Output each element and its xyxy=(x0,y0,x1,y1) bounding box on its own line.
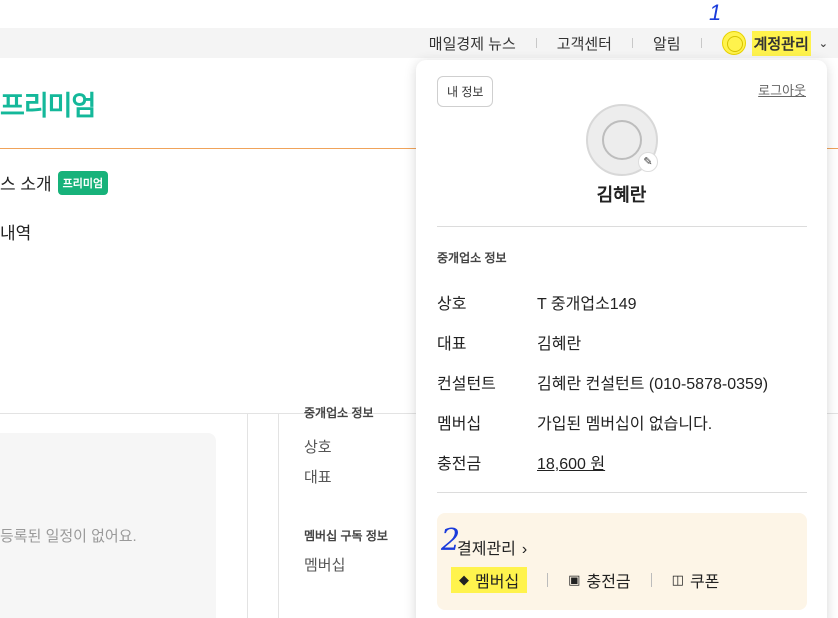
charge-button[interactable]: ▣ 충전금 xyxy=(568,568,630,592)
diamond-icon: ◆ xyxy=(459,572,469,587)
nav-divider xyxy=(631,38,633,48)
info-row-balance: 충전금 18,600 원 xyxy=(437,450,605,474)
info-value: 김혜란 컨설턴트 (010-5878-0359) xyxy=(537,376,769,393)
info-row-name: 상호 T 중개업소149 xyxy=(437,290,637,314)
info-label: 컨설턴트 xyxy=(437,376,496,393)
user-name: 김혜란 xyxy=(596,185,647,205)
bg-membership-section-title: 멤버십 구독 정보 xyxy=(304,529,388,543)
bg-rep-label: 대표 xyxy=(304,469,332,486)
coupon-label: 쿠폰 xyxy=(689,574,720,591)
nav-divider xyxy=(700,38,702,48)
info-label: 대표 xyxy=(437,336,467,353)
coupon-icon: ◫ xyxy=(671,572,684,587)
bg-agency-section-title: 중개업소 정보 xyxy=(304,406,374,420)
intro-label: 스 소개 xyxy=(0,175,52,194)
user-face-icon xyxy=(721,31,746,55)
card-icon: ▣ xyxy=(568,572,581,587)
bg-membership-label: 멤버십 xyxy=(304,557,346,574)
annotation-mark-1: 1 xyxy=(709,0,722,25)
edit-icon[interactable]: ✎ xyxy=(638,152,658,172)
membership-label: 멤버십 xyxy=(475,574,520,591)
info-value: 김혜란 xyxy=(537,336,582,353)
history-menu-item[interactable]: 내역 xyxy=(0,219,31,244)
nav-news-link[interactable]: 매일경제 뉴스 xyxy=(429,33,516,54)
top-nav: 매일경제 뉴스 고객센터 알림 계정관리 ⌄ xyxy=(429,28,838,58)
my-info-button[interactable]: 내 정보 xyxy=(437,76,494,107)
brand-logo[interactable]: 프리미엄 xyxy=(0,84,96,123)
item-divider xyxy=(547,573,549,587)
payment-management-link[interactable]: 결제관리 › xyxy=(457,535,527,559)
info-value: T 중개업소149 xyxy=(537,296,637,313)
chevron-down-icon: ⌄ xyxy=(818,37,828,50)
agency-info-title: 중개업소 정보 xyxy=(437,251,507,265)
coupon-button[interactable]: ◫ 쿠폰 xyxy=(672,568,720,592)
info-value: 가입된 멤버십이 없습니다. xyxy=(537,416,713,433)
column-divider xyxy=(278,414,279,618)
balance-link[interactable]: 18,600 원 xyxy=(537,450,605,474)
avatar[interactable]: ✎ xyxy=(586,104,658,176)
divider xyxy=(437,492,807,493)
account-menu-label: 계정관리 xyxy=(751,30,811,56)
intro-menu-item[interactable]: 스 소개 프리미엄 xyxy=(0,170,109,195)
account-menu-button[interactable]: 계정관리 ⌄ xyxy=(721,30,828,56)
column-divider xyxy=(247,414,248,618)
membership-button[interactable]: ◆ 멤버십 xyxy=(451,567,528,593)
payment-management-label: 결제관리 xyxy=(457,541,516,558)
info-row-membership: 멤버십 가입된 멤버십이 없습니다. xyxy=(437,410,712,434)
logout-link[interactable]: 로그아웃 xyxy=(758,80,806,99)
item-divider xyxy=(650,573,652,587)
info-label: 상호 xyxy=(437,296,467,313)
info-label: 멤버십 xyxy=(437,416,482,433)
bg-name-label: 상호 xyxy=(304,439,332,456)
nav-divider xyxy=(535,38,537,48)
info-row-consultant: 컨설턴트 김혜란 컨설턴트 (010-5878-0359) xyxy=(437,370,768,394)
divider xyxy=(437,226,807,227)
payment-management-box: 2 결제관리 › ◆ 멤버십 ▣ 충전금 ◫ 쿠폰 xyxy=(437,513,807,610)
schedule-panel: 등록된 일정이 없어요. xyxy=(0,433,216,618)
premium-badge: 프리미엄 xyxy=(57,170,109,195)
charge-label: 충전금 xyxy=(586,574,631,591)
account-dropdown: 내 정보 로그아웃 ✎ 김혜란 중개업소 정보 상호 T 중개업소149 대표 … xyxy=(416,60,827,618)
nav-alerts-link[interactable]: 알림 xyxy=(653,33,681,54)
chevron-right-icon: › xyxy=(521,541,528,558)
user-face-icon xyxy=(602,120,642,160)
nav-support-link[interactable]: 고객센터 xyxy=(557,33,612,54)
info-label: 충전금 xyxy=(437,456,482,473)
payment-items: ◆ 멤버십 ▣ 충전금 ◫ 쿠폰 xyxy=(451,567,719,593)
schedule-empty-text: 등록된 일정이 없어요. xyxy=(0,528,137,545)
info-row-rep: 대표 김혜란 xyxy=(437,330,581,354)
